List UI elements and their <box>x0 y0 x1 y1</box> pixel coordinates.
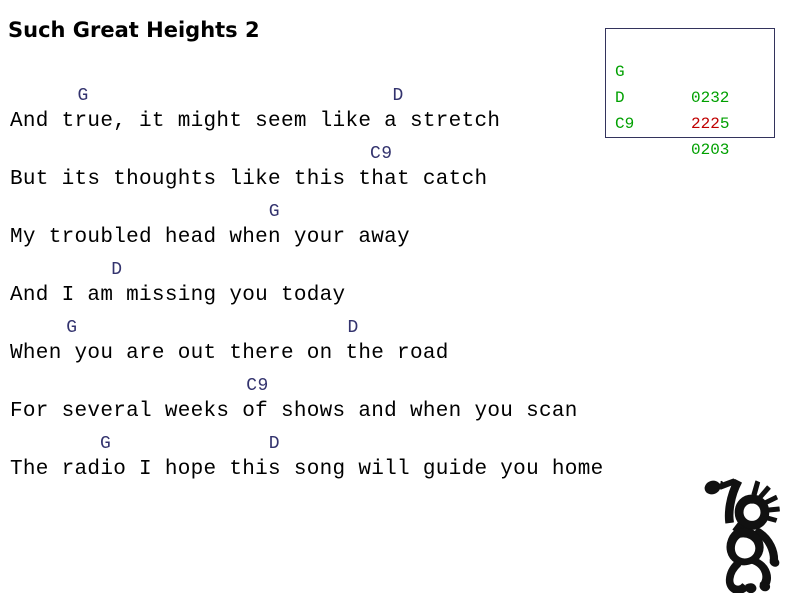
chord-line: G <box>10 202 281 222</box>
lyric-block: C9 For several weeks of shows and when y… <box>0 374 794 432</box>
lyric-block: G D When you are out there on the road <box>0 316 794 374</box>
lyric-line: And true, it might seem like a stretch <box>10 110 501 133</box>
lyric-line: My troubled head when your away <box>10 226 410 249</box>
lyric-line: For several weeks of shows and when you … <box>10 400 578 423</box>
lyric-block: G My troubled head when your away <box>0 200 794 258</box>
page-title: Such Great Heights 2 <box>8 18 260 42</box>
lyric-block: C9 But its thoughts like this that catch <box>0 142 794 200</box>
chord-row: D 2225 <box>615 59 775 133</box>
lyric-block: G D And true, it might seem like a stret… <box>0 84 794 142</box>
lyric-block: D And I am missing you today <box>0 258 794 316</box>
slide-canvas: Such Great Heights 2 G 0232 D 2225 C9 02… <box>0 0 794 595</box>
lyrics-body: G D And true, it might seem like a stret… <box>0 84 794 490</box>
lyric-line: When you are out there on the road <box>10 342 449 365</box>
chord-line: C9 <box>10 144 393 164</box>
chord-line: G D <box>10 318 359 338</box>
kokopelli-dancer-icon <box>700 473 792 593</box>
lyric-line: The radio I hope this song will guide yo… <box>10 458 604 481</box>
chord-line: D <box>10 260 123 280</box>
chord-line: C9 <box>10 376 269 396</box>
chord-line: G D <box>10 86 404 106</box>
lyric-line: And I am missing you today <box>10 284 346 307</box>
chord-line: G D <box>10 434 281 454</box>
lyric-line: But its thoughts like this that catch <box>10 168 488 191</box>
lyric-block: G D The radio I hope this song will guid… <box>0 432 794 490</box>
chord-row: G 0232 <box>615 33 775 107</box>
